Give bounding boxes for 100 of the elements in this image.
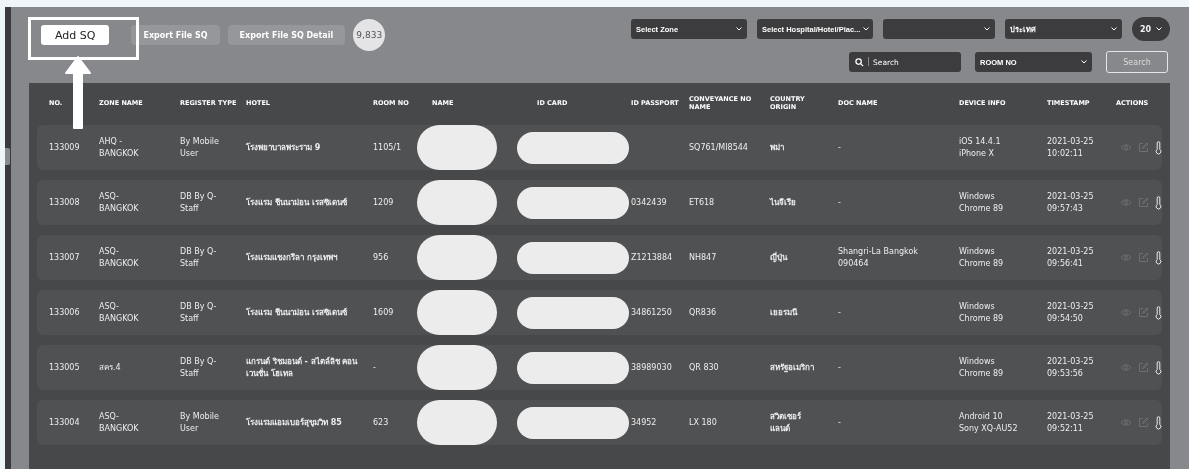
table-cell-text: ASQ- BANGKOK xyxy=(99,191,140,214)
chevron-icon xyxy=(1081,60,1087,64)
table-cell-text: 133004 xyxy=(49,416,81,429)
table-cell-text: 2021-03-25 09:57:43 xyxy=(1047,191,1095,214)
eye-icon[interactable] xyxy=(1120,143,1132,152)
eye-icon[interactable] xyxy=(1120,418,1132,427)
table-row[interactable]: 133004 ASQ- BANGKOK By Mobile User โรงแรมแอมเบอร์สุขุมวิท 85 623 34952 LX 180 สวิตเซอร์ แลนด์ - Android 10 Sony XQ-AU52 2021-03-25 09:52:11 xyxy=(37,400,1162,445)
table-cell-text: 2021-03-25 09:52:11 xyxy=(1047,411,1095,434)
edit-icon[interactable] xyxy=(1138,252,1149,263)
table-cell-text: - xyxy=(838,141,842,154)
table-cell-text: ญี่ปุ่น xyxy=(770,251,789,264)
filter-dropdown[interactable] xyxy=(883,19,995,39)
table-cell-text: ET618 xyxy=(689,196,716,209)
table-cell-text: 2021-03-25 09:56:41 xyxy=(1047,246,1095,269)
table-cell-text: QR 830 xyxy=(689,361,720,374)
table-cell-text: 1209 xyxy=(373,196,395,209)
arrow-icon xyxy=(63,55,93,130)
table-cell-text: Windows Chrome 89 xyxy=(959,356,1005,379)
table-cell-text: - xyxy=(373,361,377,374)
search-icon xyxy=(855,58,864,67)
eye-icon[interactable] xyxy=(1120,198,1132,207)
table-cell-text: 133005 xyxy=(49,361,81,374)
table-cell-text: By Mobile User xyxy=(180,136,220,159)
table-cell-text: 133009 xyxy=(49,141,81,154)
table-cell-text: DB By Q- Staff xyxy=(180,301,218,324)
table-cell-text: โรงแรม ชีนนาม่อน เรสซิเดนซ์ xyxy=(246,306,348,319)
table-cell-text: แกรนด์ ริชมอนด์ - สไตล์ลิช คอนเวนชั่น โฮเทล xyxy=(246,356,359,379)
table-cell-text: พม่า xyxy=(770,141,785,154)
table-cell-text: Windows Chrome 89 xyxy=(959,191,1005,214)
table-row[interactable]: 133006 ASQ- BANGKOK DB By Q- Staff โรงแรม ชีนนาม่อน เรสซิเดนซ์ 1609 34861250 QR836 เยอรมนี - Windows Chrome 89 2021-03-25 09:54:50 xyxy=(37,290,1162,335)
edit-icon[interactable] xyxy=(1138,197,1149,208)
table-cell-text: - xyxy=(838,196,842,209)
eye-icon[interactable] xyxy=(1120,363,1132,372)
chevron-icon xyxy=(863,27,870,31)
table-cell-text: 1609 xyxy=(373,306,395,319)
table-cell-text: โรงแรมแชงกรีลา กรุงเทพฯ xyxy=(246,251,339,264)
add-sq-button[interactable]: Add SQ xyxy=(41,25,110,45)
table-cell-text: 623 xyxy=(373,416,390,429)
thermometer-icon[interactable] xyxy=(1155,250,1162,265)
table-cell-text: Windows Chrome 89 xyxy=(959,246,1005,269)
chevron-icon xyxy=(1111,27,1117,31)
table-cell-text: 2021-03-25 09:54:50 xyxy=(1047,301,1095,324)
table-cell-text: ไนจีเรีย xyxy=(770,196,797,209)
page-size-dropdown[interactable]: 20 xyxy=(1132,17,1170,41)
table-cell-text: ASQ- BANGKOK xyxy=(99,246,140,269)
table-cell-text: 956 xyxy=(373,251,390,264)
edit-icon[interactable] xyxy=(1138,362,1149,373)
table-cell-text: Windows Chrome 89 xyxy=(959,301,1005,324)
table-cell-text: 2021-03-25 09:53:56 xyxy=(1047,356,1095,379)
table-cell-text: 133006 xyxy=(49,306,81,319)
chevron-icon xyxy=(984,27,990,31)
table-cell-text: AHQ - BANGKOK xyxy=(99,136,140,159)
table-cell-text: 34861250 xyxy=(631,306,673,319)
table-cell-text: LX 180 xyxy=(689,416,718,429)
table-row[interactable]: 133008 ASQ- BANGKOK DB By Q- Staff โรงแรม ชีนนาม่อน เรสซิเดนซ์ 1209 0342439 ET618 ไนจีเรีย - Windows Chrome 89 2021-03-25 09:57:43 xyxy=(37,180,1162,225)
thermometer-icon[interactable] xyxy=(1155,305,1162,320)
table-cell-text: 2021-03-25 10:02:11 xyxy=(1047,136,1095,159)
table-cell-text: Z1213884 xyxy=(631,251,674,264)
table-cell-text: 133007 xyxy=(49,251,81,264)
table-cell-text: ASQ- BANGKOK xyxy=(99,301,140,324)
sidebar-handle[interactable] xyxy=(5,148,10,165)
eye-icon[interactable] xyxy=(1120,253,1132,262)
table-cell-text: 0342439 xyxy=(631,196,668,209)
edit-icon[interactable] xyxy=(1138,307,1149,318)
table-cell-text: SQ761/MI8544 xyxy=(689,141,749,154)
table-row[interactable]: 133007 ASQ- BANGKOK DB By Q- Staff โรงแรมแชงกรีลา กรุงเทพฯ 956 Z1213884 NH847 ญี่ปุ่น Shangri-La Bangkok 090464 Windows Chrome 89 2021-03-25 09:56:41 xyxy=(37,235,1162,280)
table-cell-text: โรงพยาบาลพระราม 9 xyxy=(246,141,322,154)
thermometer-icon[interactable] xyxy=(1155,140,1162,155)
table-cell-text: 38989030 xyxy=(631,361,673,374)
table-cell-text: โรงแรมแอมเบอร์สุขุมวิท 85 xyxy=(246,416,343,429)
edit-icon[interactable] xyxy=(1138,142,1149,153)
table-cell-text: 133008 xyxy=(49,196,81,209)
table-cell-text: QR836 xyxy=(689,306,718,319)
table-cell-text: DB By Q- Staff xyxy=(180,191,218,214)
table-cell-text: - xyxy=(838,306,842,319)
thermometer-icon[interactable] xyxy=(1155,195,1162,210)
table-row[interactable]: 133005 สคร.4 DB By Q- Staff แกรนด์ ริชมอนด์ - สไตล์ลิช คอนเวนชั่น โฮเทล - 38989030 QR 830 สหรัฐอเมริกา - Windows Chrome 89 2021-03-25 09:53:56 xyxy=(37,345,1162,390)
table-cell-text: - xyxy=(838,361,842,374)
thermometer-icon[interactable] xyxy=(1155,360,1162,375)
table-cell-text: Shangri-La Bangkok 090464 xyxy=(838,246,919,269)
table-cell-text: ASQ- BANGKOK xyxy=(99,411,140,434)
table-cell-text: DB By Q- Staff xyxy=(180,246,218,269)
table-cell-text: โรงแรม ชีนนาม่อน เรสซิเดนซ์ xyxy=(246,196,348,209)
table-cell-text: iOS 14.4.1 iPhone X xyxy=(959,136,1002,159)
table-cell-text: By Mobile User xyxy=(180,411,220,434)
table-cell-text: DB By Q- Staff xyxy=(180,356,218,379)
table-cell-text: Android 10 Sony XQ-AU52 xyxy=(959,411,1019,434)
table-cell-text: สวิตเซอร์ แลนด์ xyxy=(770,411,802,434)
chevron-icon xyxy=(736,27,742,31)
table-cell-text: เยอรมนี xyxy=(770,306,799,319)
table-cell-text: สคร.4 xyxy=(99,361,122,374)
table-cell-text: - xyxy=(838,416,842,429)
eye-icon[interactable] xyxy=(1120,308,1132,317)
thermometer-icon[interactable] xyxy=(1155,415,1162,430)
table-cell-text: 1105/1 xyxy=(373,141,403,154)
record-count-badge: 9,833 xyxy=(353,19,386,51)
table-row[interactable]: 133009 AHQ - BANGKOK By Mobile User โรงพยาบาลพระราม 9 1105/1 SQ761/MI8544 พม่า - iOS 14.4.1 iPhone X 2021-03-25 10:02:11 xyxy=(37,125,1162,170)
table-cell-text: NH847 xyxy=(689,251,718,264)
edit-icon[interactable] xyxy=(1138,417,1149,428)
chevron-icon xyxy=(1156,27,1163,31)
